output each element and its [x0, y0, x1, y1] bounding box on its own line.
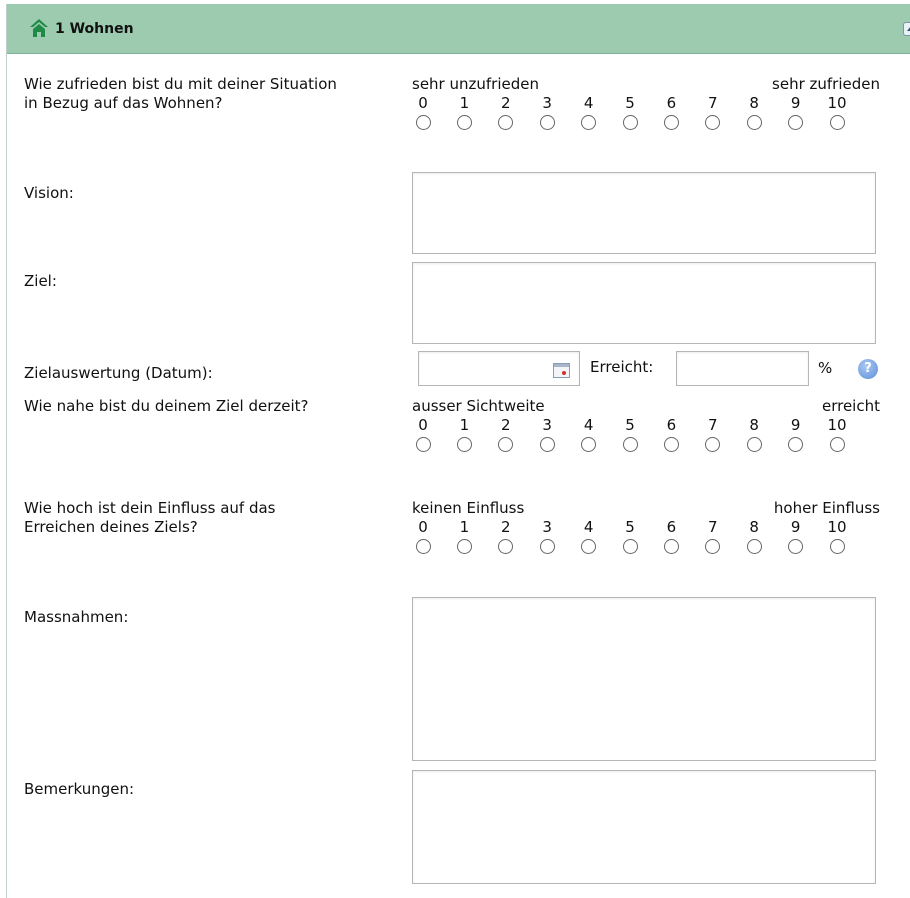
rating-radio-5[interactable]: [622, 539, 638, 554]
scale-number-10: 10: [827, 94, 847, 112]
massnahmen-label: Massnahmen:: [24, 608, 129, 626]
rating-radio-10[interactable]: [829, 539, 845, 554]
rating-radio-2[interactable]: [498, 115, 514, 130]
rating-radio-10[interactable]: [829, 437, 845, 452]
scale-number-10: 10: [827, 518, 847, 536]
rating-radio-7[interactable]: [705, 115, 721, 130]
bemerkungen-label: Bemerkungen:: [24, 780, 135, 798]
scale-number-8: 8: [749, 416, 759, 434]
scale-number-6: 6: [666, 518, 677, 536]
rating-radio-4[interactable]: [581, 115, 597, 130]
bemerkungen-textarea[interactable]: [412, 770, 876, 884]
rating-radio-6[interactable]: [663, 115, 679, 130]
scale-number-6: 6: [666, 94, 677, 112]
rating-radio-4[interactable]: [581, 437, 597, 452]
scale-number-5: 5: [625, 416, 635, 434]
scale-number-4: 4: [583, 94, 594, 112]
scale-number-9: 9: [790, 94, 801, 112]
rating-radio-7[interactable]: [705, 539, 721, 554]
rating-radio-7[interactable]: [705, 437, 721, 452]
scale-number-2: 2: [501, 416, 511, 434]
rating-radio-2[interactable]: [498, 437, 514, 452]
vision-label: Vision:: [24, 184, 74, 202]
rating-radio-9[interactable]: [788, 437, 804, 452]
question-einfluss-label: Wie hoch ist dein Einfluss auf das Errei…: [24, 499, 276, 536]
ziel-label: Ziel:: [24, 272, 57, 290]
help-icon[interactable]: ?: [858, 359, 878, 379]
rating-radio-6[interactable]: [663, 539, 679, 554]
scale-number-0: 0: [418, 416, 428, 434]
scale-number-5: 5: [625, 518, 635, 536]
scale-number-3: 3: [542, 518, 552, 536]
calendar-icon[interactable]: [553, 363, 570, 378]
scale-number-0: 0: [418, 518, 428, 536]
erreicht-label: Erreicht:: [590, 358, 654, 376]
scale-min-label: ausser Sichtweite: [412, 397, 545, 415]
percent-sign: %: [818, 359, 833, 377]
scale-number-0: 0: [418, 94, 428, 112]
scale-number-8: 8: [749, 518, 759, 536]
scale-number-1: 1: [459, 416, 470, 434]
house-icon: [30, 19, 48, 37]
rating-radio-4[interactable]: [581, 539, 597, 554]
scale-max-label: erreicht: [821, 397, 880, 415]
scale-min-label: keinen Einfluss: [412, 499, 525, 517]
rating-radio-10[interactable]: [829, 115, 845, 130]
scale-number-9: 9: [790, 416, 801, 434]
scale-number-5: 5: [625, 94, 635, 112]
rating-radio-0[interactable]: [415, 115, 431, 130]
rating-radio-3[interactable]: [539, 437, 555, 452]
ziel-textarea[interactable]: [412, 262, 876, 344]
scale-number-2: 2: [501, 94, 511, 112]
scale-max-label: sehr zufrieden: [772, 75, 880, 93]
question-naehe-label: Wie nahe bist du deinem Ziel derzeit?: [24, 397, 309, 415]
erreicht-input[interactable]: [676, 351, 809, 386]
rating-radio-9[interactable]: [788, 539, 804, 554]
scale-number-10: 10: [827, 416, 847, 434]
scale-number-6: 6: [666, 416, 677, 434]
scale-number-7: 7: [708, 518, 718, 536]
rating-radio-0[interactable]: [415, 437, 431, 452]
scale-number-7: 7: [708, 416, 718, 434]
rating-radio-6[interactable]: [663, 437, 679, 452]
scale-naehe: ausser Sichtweite erreicht 0 1 2 3 4 5 6 7 8 9 10: [412, 397, 880, 467]
rating-radio-5[interactable]: [622, 437, 638, 452]
question-zufriedenheit-label: Wie zufrieden bist du mit deiner Situati…: [24, 75, 337, 112]
rating-radio-1[interactable]: [456, 115, 472, 130]
scale-einfluss: keinen Einfluss hoher Einfluss 0 1 2 3 4 5 6 7 8…: [412, 499, 880, 569]
rating-radio-1[interactable]: [456, 539, 472, 554]
scale-number-1: 1: [459, 518, 470, 536]
scale-number-1: 1: [459, 94, 470, 112]
scale-number-3: 3: [542, 416, 552, 434]
rating-radio-3[interactable]: [539, 539, 555, 554]
chevron-up-icon[interactable]: [903, 22, 910, 36]
rating-radio-2[interactable]: [498, 539, 514, 554]
scale-number-4: 4: [583, 416, 594, 434]
scale-number-4: 4: [583, 518, 594, 536]
rating-radio-9[interactable]: [788, 115, 804, 130]
rating-radio-8[interactable]: [746, 437, 762, 452]
scale-number-2: 2: [501, 518, 511, 536]
scale-number-9: 9: [790, 518, 801, 536]
section-header[interactable]: 1 Wohnen: [7, 4, 910, 54]
rating-radio-8[interactable]: [746, 539, 762, 554]
scale-number-3: 3: [542, 94, 552, 112]
rating-radio-3[interactable]: [539, 115, 555, 130]
rating-radio-1[interactable]: [456, 437, 472, 452]
scale-min-label: sehr unzufrieden: [412, 75, 539, 93]
scale-max-label: hoher Einfluss: [773, 499, 880, 517]
massnahmen-textarea[interactable]: [412, 597, 876, 761]
scale-number-7: 7: [708, 94, 718, 112]
rating-radio-8[interactable]: [746, 115, 762, 130]
rating-radio-5[interactable]: [622, 115, 638, 130]
section-title: 1 Wohnen: [55, 21, 134, 37]
scale-number-8: 8: [749, 94, 759, 112]
zielauswertung-label: Zielauswertung (Datum):: [24, 364, 213, 382]
vision-textarea[interactable]: [412, 172, 876, 254]
scale-zufriedenheit: sehr unzufrieden sehr zufrieden 0 1 2 3 4 5 6 7…: [412, 75, 880, 145]
rating-radio-0[interactable]: [415, 539, 431, 554]
